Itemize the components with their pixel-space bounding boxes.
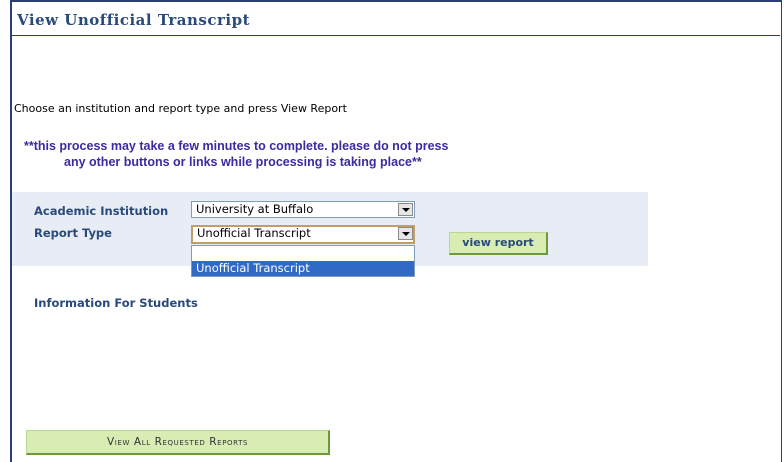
warning-line-1: **this process may take a few minutes to… <box>24 139 449 153</box>
report-type-select[interactable]: Unofficial Transcript <box>191 225 415 244</box>
warning-line-2: any other buttons or links while process… <box>64 155 422 169</box>
info-for-students-link[interactable]: Information For Students <box>34 296 198 310</box>
dropdown-option-unofficial-transcript[interactable]: Unofficial Transcript <box>192 261 414 276</box>
title-divider <box>12 35 780 36</box>
view-all-requested-reports-button[interactable]: View All Requested Reports <box>26 430 330 455</box>
view-report-button[interactable]: view report <box>449 232 548 255</box>
institution-select[interactable]: University at Buffalo <box>191 201 415 218</box>
chevron-down-icon[interactable] <box>398 203 413 216</box>
report-type-label: Report Type <box>34 226 112 240</box>
report-type-dropdown-list[interactable]: Unofficial Transcript <box>191 245 415 277</box>
institution-select-value: University at Buffalo <box>196 202 314 216</box>
chevron-down-icon[interactable] <box>398 227 413 240</box>
page-title: View Unofficial Transcript <box>17 11 251 29</box>
dropdown-option-blank[interactable] <box>192 246 414 261</box>
report-type-select-value: Unofficial Transcript <box>197 226 311 240</box>
instructions-text: Choose an institution and report type an… <box>14 102 347 115</box>
processing-warning: **this process may take a few minutes to… <box>24 138 448 170</box>
institution-label: Academic Institution <box>34 204 169 218</box>
